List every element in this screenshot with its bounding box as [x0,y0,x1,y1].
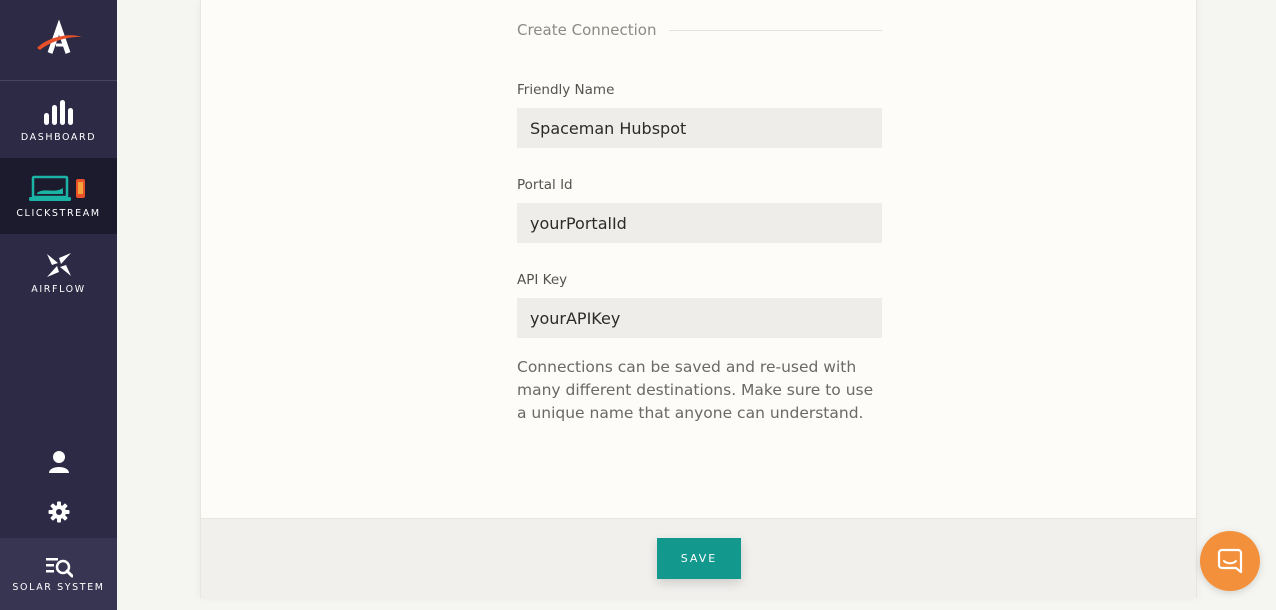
logo-icon [36,20,82,54]
sidebar-item-dashboard[interactable]: Dashboard [0,82,117,158]
sidebar-item-airflow[interactable]: Airflow [0,234,117,310]
laptop-phone-icon [28,174,90,204]
save-button[interactable]: Save [657,538,741,579]
section-title: Create Connection [517,21,657,39]
api-key-label: API Key [517,272,568,288]
airflow-icon [45,250,73,280]
friendly-name-label: Friendly Name [517,82,615,98]
user-button[interactable] [0,442,117,482]
solar-system-button[interactable]: Solar System [0,538,117,610]
bar-chart-icon [42,98,76,128]
form-footer: Save [201,518,1196,598]
app-logo[interactable] [0,0,117,81]
api-key-input[interactable] [517,298,882,338]
list-search-icon [45,557,73,577]
sidebar: Dashboard Clickstream Airflow [0,0,117,610]
section-header: Create Connection [517,21,882,39]
portal-id-label: Portal Id [517,177,573,193]
user-icon [48,451,69,473]
sidebar-item-label: Dashboard [20,131,97,143]
divider [669,29,882,31]
settings-button[interactable] [0,492,117,532]
solar-system-label: Solar System [12,581,105,593]
help-text: Connections can be saved and re-used wit… [517,358,874,422]
sidebar-item-label: Airflow [31,283,86,295]
sidebar-item-label: Clickstream [16,207,101,219]
chat-icon [1217,548,1243,574]
gear-icon [48,501,69,523]
chat-launcher-button[interactable] [1200,531,1260,591]
portal-id-input[interactable] [517,203,882,243]
connection-form-panel: Create Connection Friendly Name Portal I… [200,0,1197,598]
friendly-name-input[interactable] [517,108,882,148]
sidebar-item-clickstream[interactable]: Clickstream [0,158,117,234]
